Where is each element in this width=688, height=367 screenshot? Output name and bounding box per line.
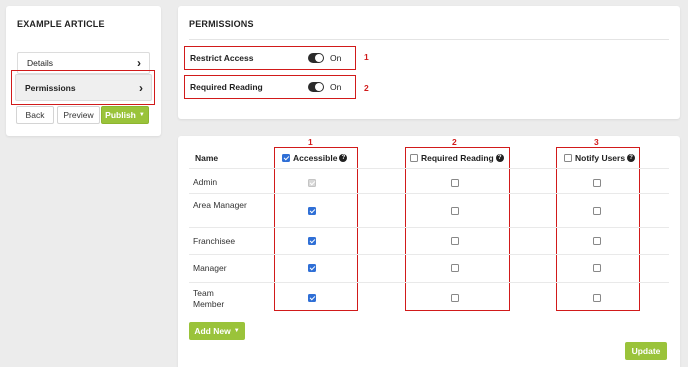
notify-users-checkbox[interactable] [593,207,601,215]
back-label: Back [25,110,45,120]
role-name: Team Member [193,288,225,309]
publish-button[interactable]: Publish ▼ [101,106,149,124]
highlight-box [405,147,510,311]
add-new-button[interactable]: Add New ▼ [189,322,245,340]
row-divider [189,168,669,169]
article-title: EXAMPLE ARTICLE [17,19,105,29]
permissions-title: PERMISSIONS [189,19,254,29]
marker-number: 3 [594,137,599,147]
accessible-checkbox [308,179,316,187]
preview-label: Preview [63,110,94,120]
row-divider [189,254,669,255]
required-reading-select-all-checkbox[interactable] [410,154,418,162]
row-divider [189,193,669,194]
role-name: Franchisee [193,236,236,246]
column-header-accessible: Accessible ? [282,153,348,163]
update-button[interactable]: Update [625,342,667,360]
accessible-checkbox[interactable] [308,237,316,245]
marker-number: 1 [364,52,369,62]
role-name: Admin [193,177,218,187]
marker-number: 2 [364,83,369,93]
highlight-box [184,46,356,70]
notify-users-checkbox[interactable] [593,264,601,272]
divider [189,39,669,40]
roles-table-panel: 1 2 3 Name Accessible ? Required Reading… [178,136,680,367]
accessible-checkbox[interactable] [308,207,316,215]
column-header-required-reading: Required Reading ? [410,153,504,163]
required-reading-checkbox[interactable] [451,207,459,215]
column-header-notify-users: Notify Users ? [564,153,636,163]
update-label: Update [631,346,661,356]
help-icon[interactable]: ? [339,154,348,162]
required-reading-checkbox[interactable] [451,237,459,245]
notify-users-select-all-checkbox[interactable] [564,154,572,162]
marker-number: 1 [308,137,313,147]
publish-label: Publish [105,110,136,120]
accessible-checkbox[interactable] [308,264,316,272]
permissions-panel: PERMISSIONS Restrict Access On 1 Require… [178,6,680,119]
header-label: Accessible [293,153,338,163]
column-header-name: Name [195,153,218,163]
header-label: Required Reading [421,153,494,163]
back-button[interactable]: Back [16,106,54,124]
nav-details-label: Details [27,58,53,68]
article-panel: EXAMPLE ARTICLE Details › Permissions › … [6,6,161,136]
notify-users-checkbox[interactable] [593,294,601,302]
highlight-box [11,70,155,105]
highlight-box [274,147,358,311]
row-divider [189,227,669,228]
highlight-box [184,75,356,99]
help-icon[interactable]: ? [627,154,636,162]
preview-button[interactable]: Preview [57,106,100,124]
caret-down-icon: ▼ [138,112,145,118]
highlight-box [556,147,640,311]
required-reading-checkbox[interactable] [451,264,459,272]
notify-users-checkbox[interactable] [593,237,601,245]
caret-down-icon: ▼ [233,328,240,334]
required-reading-checkbox[interactable] [451,294,459,302]
chevron-right-icon: › [137,56,141,70]
role-name: Area Manager [193,200,247,210]
accessible-select-all-checkbox[interactable] [282,154,290,162]
row-divider [189,282,669,283]
help-icon[interactable]: ? [495,154,504,162]
role-name: Manager [193,263,227,273]
required-reading-checkbox[interactable] [451,179,459,187]
header-label: Name [195,153,219,163]
notify-users-checkbox[interactable] [593,179,601,187]
marker-number: 2 [452,137,457,147]
add-new-label: Add New [194,326,231,336]
header-label: Notify Users [575,153,626,163]
accessible-checkbox[interactable] [308,294,316,302]
